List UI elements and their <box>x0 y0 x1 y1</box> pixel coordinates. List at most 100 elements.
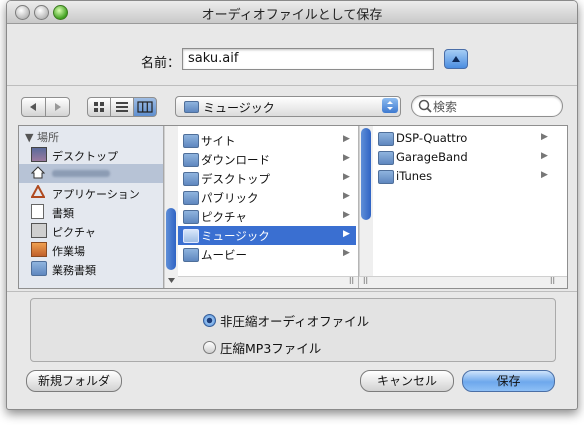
sites-folder-icon <box>183 134 199 148</box>
disclosure-arrow-icon: ▶ <box>343 210 350 220</box>
column-2-scrollbar[interactable] <box>359 126 373 276</box>
browser-column-1: サイト ▶ ダウンロード ▶ デスクトップ ▶ パブリック ▶ ピクチャ ▶ ミ… <box>164 126 359 288</box>
search-icon <box>418 99 432 113</box>
movies-folder-icon <box>183 248 199 262</box>
uncompressed-radio[interactable] <box>203 314 216 327</box>
item-label: iTunes <box>396 169 433 183</box>
column-1-item-sites[interactable]: サイト ▶ <box>178 131 356 150</box>
list-view-button[interactable] <box>110 97 134 117</box>
filename-field[interactable]: saku.aif <box>182 48 434 70</box>
filename-value: saku.aif <box>188 51 239 66</box>
divider <box>7 291 577 292</box>
applications-icon <box>31 185 45 198</box>
scroll-thumb[interactable] <box>166 208 176 270</box>
sidebar-item-applications[interactable]: アプリケーション <box>19 183 163 202</box>
sidebar-item-business-docs[interactable]: 業務書類 <box>19 259 163 278</box>
save-dialog-window: オーディオファイルとして保存 名前： saku.aif ミュージック 検索 ▼ … <box>6 0 578 410</box>
search-placeholder: 検索 <box>433 100 458 114</box>
column-view-button[interactable] <box>133 97 157 117</box>
pictures-folder-icon <box>183 210 199 224</box>
sidebar-item-desktop[interactable]: デスクトップ <box>19 145 163 164</box>
browser-column-2: DSP-Quattro ▶ GarageBand ▶ iTunes ▶ ll l… <box>359 126 567 288</box>
disclosure-arrow-icon: ▶ <box>343 229 350 239</box>
back-button[interactable] <box>21 97 46 117</box>
sidebar-item-label: 業務書類 <box>52 264 96 277</box>
disclosure-arrow-icon: ▶ <box>343 191 350 201</box>
home-icon <box>31 166 45 179</box>
column-1-item-movies[interactable]: ムービー ▶ <box>178 245 356 264</box>
name-label: 名前： <box>141 56 181 71</box>
item-label: サイト <box>201 134 236 148</box>
item-label: ミュージック <box>201 229 270 243</box>
column-1-item-pictures[interactable]: ピクチャ ▶ <box>178 207 356 226</box>
item-label: ダウンロード <box>201 153 270 167</box>
folder-icon <box>378 170 394 184</box>
blurred-username <box>52 170 110 177</box>
disclosure-arrow-icon: ▶ <box>343 248 350 258</box>
icon-view-button[interactable] <box>87 97 111 117</box>
pictures-icon <box>31 223 47 238</box>
grid-icon <box>94 102 104 112</box>
column-2-item-garageband[interactable]: GarageBand ▶ <box>373 148 553 167</box>
sidebar-item-documents[interactable]: 書類 <box>19 202 163 221</box>
column-1-item-desktop[interactable]: デスクトップ ▶ <box>178 169 356 188</box>
cancel-button[interactable]: キャンセル <box>360 370 454 392</box>
columns-icon <box>137 101 153 113</box>
item-label: ピクチャ <box>201 210 247 224</box>
format-options-panel: 非圧縮オーディオファイル 圧縮MP3ファイル <box>30 298 556 362</box>
location-popup-label: ミュージック <box>203 101 275 115</box>
sidebar: ▼ 場所 デスクトップ アプリケーション 書類 ピクチャ 作業場 業務書類 <box>19 126 164 288</box>
item-label: GarageBand <box>396 150 468 164</box>
sidebar-item-workspace[interactable]: 作業場 <box>19 240 163 259</box>
title-bar[interactable]: オーディオファイルとして保存 <box>7 1 577 24</box>
desktop-icon <box>31 147 47 162</box>
uncompressed-label[interactable]: 非圧縮オーディオファイル <box>220 311 369 330</box>
back-arrow-icon <box>30 103 36 111</box>
item-label: パブリック <box>201 191 259 205</box>
item-label: DSP-Quattro <box>396 131 468 145</box>
desktop-folder-icon <box>183 172 199 186</box>
collapse-dialog-button[interactable] <box>444 49 468 69</box>
sidebar-item-label: デスクトップ <box>52 150 118 163</box>
forward-arrow-icon <box>55 103 61 111</box>
column-2-item-dsp-quattro[interactable]: DSP-Quattro ▶ <box>373 129 553 148</box>
new-folder-button[interactable]: 新規フォルダ <box>26 370 122 392</box>
sidebar-item-pictures[interactable]: ピクチャ <box>19 221 163 240</box>
column-1-item-downloads[interactable]: ダウンロード ▶ <box>178 150 356 169</box>
forward-button[interactable] <box>45 97 70 117</box>
folder-icon <box>378 151 394 165</box>
column-1-item-music[interactable]: ミュージック ▶ <box>178 226 356 245</box>
column-2-resize-bar[interactable]: ll ll <box>359 276 567 288</box>
column-1-scrollbar[interactable] <box>164 126 178 288</box>
divider <box>7 85 577 86</box>
downloads-folder-icon <box>183 153 199 167</box>
documents-icon <box>31 204 44 219</box>
workspace-icon <box>31 242 47 257</box>
disclosure-arrow-icon: ▶ <box>343 172 350 182</box>
disclosure-arrow-icon: ▶ <box>541 151 548 161</box>
disclosure-arrow-icon: ▶ <box>541 132 548 142</box>
sidebar-item-home[interactable] <box>19 164 163 183</box>
public-folder-icon <box>183 191 199 205</box>
sidebar-item-label: 作業場 <box>52 245 85 258</box>
file-browser: ▼ 場所 デスクトップ アプリケーション 書類 ピクチャ 作業場 業務書類 サイ… <box>18 125 568 289</box>
save-button[interactable]: 保存 <box>462 370 555 392</box>
folder-icon <box>378 132 394 146</box>
triangle-up-icon <box>452 56 460 62</box>
location-popup[interactable]: ミュージック <box>175 96 401 117</box>
sidebar-item-label: 書類 <box>52 207 74 220</box>
window-title: オーディオファイルとして保存 <box>201 8 383 23</box>
scroll-down-arrow-icon[interactable] <box>165 276 178 286</box>
scroll-thumb[interactable] <box>361 128 371 220</box>
disclosure-arrow-icon: ▶ <box>343 153 350 163</box>
item-label: デスクトップ <box>201 172 270 186</box>
mp3-radio[interactable] <box>203 341 216 354</box>
column-2-item-itunes[interactable]: iTunes ▶ <box>373 167 553 186</box>
list-icon <box>116 102 128 112</box>
column-1-resize-bar[interactable]: ll <box>178 276 358 288</box>
column-1-item-public[interactable]: パブリック ▶ <box>178 188 356 207</box>
sidebar-item-label: ピクチャ <box>52 226 96 239</box>
mp3-label[interactable]: 圧縮MP3ファイル <box>220 338 321 357</box>
item-label: ムービー <box>201 248 247 262</box>
search-field[interactable]: 検索 <box>411 95 563 117</box>
